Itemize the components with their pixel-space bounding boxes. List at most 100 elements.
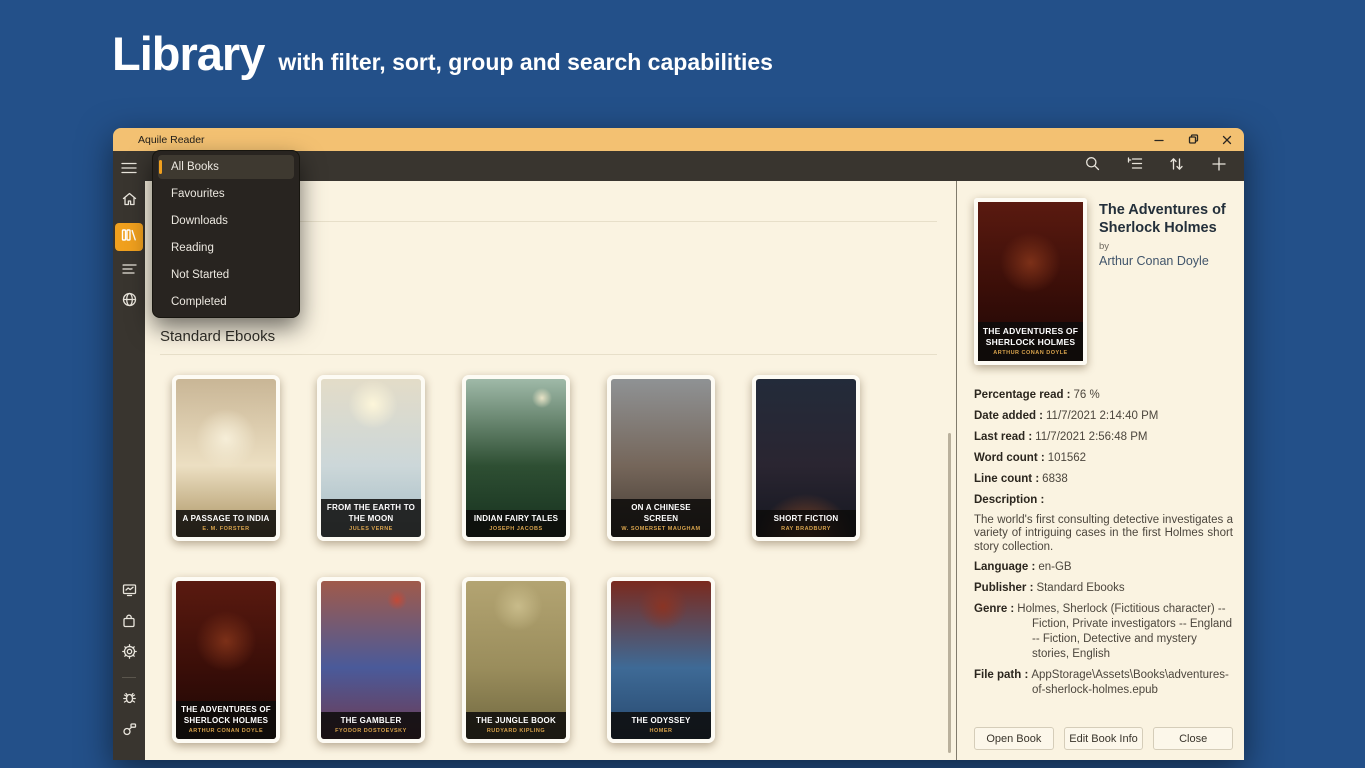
add-book-button[interactable] [1202,153,1235,179]
search-button[interactable] [1076,153,1109,179]
detail-field: File path :AppStorage\Assets\Books\adven… [974,668,1233,698]
book-tile[interactable]: THE ODYSSEY HOMER [607,577,715,743]
book-title: THE ODYSSEY [613,716,709,726]
detail-field: Genre :Holmes, Sherlock (Fictitious char… [974,602,1233,662]
detail-field-value: AppStorage\Assets\Books\adventures-of-sh… [1031,669,1229,696]
library-scrollbar[interactable] [948,433,951,753]
content-row: Standard Ebooks A PASSAGE TO INDIAE. M. … [145,181,1244,760]
detail-field-label: Description : [974,494,1044,506]
detail-cover-title: THE ADVENTURES OF SHERLOCK HOLMES [980,326,1081,348]
page-title-main: Library [112,26,264,81]
filter-menu-item-label: Reading [171,242,214,254]
book-title: THE GAMBLER [323,716,419,726]
sidebar-divider [122,677,136,678]
filter-menu-item-label: All Books [171,161,219,173]
minimize-icon [1154,135,1164,145]
sidebar-item-home[interactable] [115,189,143,213]
detail-field: Last read :11/7/2021 2:56:48 PM [974,430,1233,445]
close-icon [1222,135,1232,145]
book-tile[interactable]: ON A CHINESE SCREENW. SOMERSET MAUGHAM [607,375,715,541]
detail-book-cover[interactable]: THE ADVENTURES OF SHERLOCK HOLMES ARTHUR… [974,198,1087,365]
sort-button[interactable] [1160,153,1193,179]
edit-book-info-button[interactable]: Edit Book Info [1064,727,1144,750]
detail-field-label: File path : [974,669,1028,681]
sidebar-item-library[interactable] [115,223,143,251]
book-tile[interactable]: THE JUNGLE BOOK RUDYARD KIPLING [462,577,570,743]
book-title: INDIAN FAIRY TALES [468,514,564,524]
search-icon [1085,156,1100,176]
book-title: ON A CHINESE SCREEN [613,503,709,524]
page-title-subtitle: with filter, sort, group and search capa… [278,49,773,76]
detail-field-value: Holmes, Sherlock (Fictitious character) … [1017,603,1232,660]
detail-field-label: Line count : [974,473,1039,485]
detail-field-value: 11/7/2021 2:56:48 PM [1035,431,1147,443]
add-icon [1212,157,1226,176]
filter-menu-item-label: Not Started [171,269,229,281]
sidebar-item-store[interactable] [115,611,143,635]
sidebar-item-share[interactable] [115,719,143,743]
open-book-button[interactable]: Open Book [974,727,1054,750]
book-cover-band: THE ADVENTURES OF SHERLOCK HOLMES ARTHUR … [176,701,276,739]
book-title: THE ADVENTURES OF SHERLOCK HOLMES [178,705,274,726]
detail-field: Description : [974,493,1233,508]
book-author: FYODOR DOSTOEVSKY [323,728,419,734]
book-tile[interactable]: FROM THE EARTH TO THE MOONJULES VERNE [317,375,425,541]
book-cover-band: FROM THE EARTH TO THE MOONJULES VERNE [321,499,421,537]
filter-menu-item-label: Favourites [171,188,225,200]
book-tile[interactable]: THE GAMBLER FYODOR DOSTOEVSKY [317,577,425,743]
page-title: Library with filter, sort, group and sea… [112,26,773,81]
detail-field: Percentage read :76 % [974,388,1233,403]
settings-icon [122,644,137,664]
filter-menu-item[interactable]: Completed [158,290,294,314]
book-tile[interactable]: INDIAN FAIRY TALESJOSEPH JACOBS [462,375,570,541]
close-button[interactable] [1210,128,1244,151]
detail-book-title: The Adventures of Sherlock Holmes [1099,202,1233,237]
detail-field: Date added :11/7/2021 2:14:40 PM [974,409,1233,424]
detail-fields: Percentage read :76 %Date added :11/7/20… [974,388,1233,698]
filter-menu-item[interactable]: Not Started [158,263,294,287]
detail-field-label: Publisher : [974,582,1033,594]
bug-report-icon [122,690,137,710]
book-title: THE JUNGLE BOOK [468,716,564,726]
restore-button[interactable] [1176,128,1210,151]
sidebar-item-bug-report[interactable] [115,688,143,712]
book-author: JULES VERNE [323,526,419,532]
detail-field-label: Genre : [974,603,1014,615]
detail-field-value: Standard Ebooks [1036,582,1124,594]
book-tile[interactable]: SHORT FICTIONRAY BRADBURY [752,375,860,541]
books-grid: A PASSAGE TO INDIAE. M. FORSTER FROM THE … [172,375,937,743]
group-button[interactable] [1118,153,1151,179]
detail-field: Language :en-GB [974,560,1233,575]
sidebar-item-settings[interactable] [115,642,143,666]
detail-cover-band: THE ADVENTURES OF SHERLOCK HOLMES ARTHUR… [978,322,1083,361]
filter-menu-item[interactable]: Reading [158,236,294,260]
detail-field-label: Language : [974,561,1035,573]
book-author: ARTHUR CONAN DOYLE [178,728,274,734]
book-author: RUDYARD KIPLING [468,728,564,734]
group-icon [1127,157,1143,175]
sidebar-item-web[interactable] [115,290,143,314]
detail-field-value: 6838 [1042,473,1068,485]
window-title: Aquile Reader [138,134,205,146]
sidebar-item-whats-new[interactable] [115,580,143,604]
book-author: RAY BRADBURY [758,526,854,532]
book-cover-band: INDIAN FAIRY TALESJOSEPH JACOBS [466,510,566,537]
sidebar-item-collections[interactable] [115,259,143,283]
detail-field-label: Date added : [974,410,1043,422]
library-icon [121,228,137,247]
close-detail-button[interactable]: Close [1153,727,1233,750]
minimize-button[interactable] [1142,128,1176,151]
detail-info: The Adventures of Sherlock Holmes by Art… [1099,198,1233,365]
sidebar [113,151,145,760]
collections-icon [122,262,137,280]
book-tile[interactable]: THE ADVENTURES OF SHERLOCK HOLMES ARTHUR … [172,577,280,743]
detail-field-label: Percentage read : [974,389,1071,401]
detail-by-label: by [1099,241,1233,252]
book-author: HOMER [613,728,709,734]
filter-menu-item[interactable]: All Books [158,155,294,179]
menu-icon [121,161,137,179]
filter-menu-item[interactable]: Favourites [158,182,294,206]
book-tile[interactable]: A PASSAGE TO INDIAE. M. FORSTER [172,375,280,541]
filter-menu-item[interactable]: Downloads [158,209,294,233]
menu-button[interactable] [115,158,143,182]
